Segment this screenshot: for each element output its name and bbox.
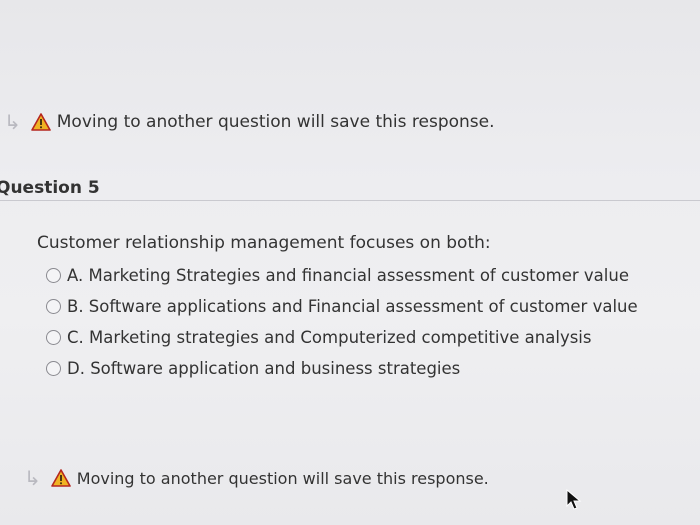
save-notice-top: ↳ Moving to another question will save t… (4, 110, 495, 134)
answer-option-label[interactable]: D. Software application and business str… (67, 359, 460, 378)
answer-options: A. Marketing Strategies and financial as… (46, 260, 638, 384)
answer-option-label[interactable]: B. Software applications and Financial a… (67, 297, 638, 316)
question-divider (0, 200, 700, 201)
answer-option-d[interactable]: D. Software application and business str… (46, 353, 638, 384)
radio-button[interactable] (46, 330, 61, 345)
mouse-pointer-icon (566, 488, 582, 515)
radio-button[interactable] (46, 268, 61, 283)
save-notice-bottom: ↳ Moving to another question will save t… (24, 466, 489, 490)
question-prompt: Customer relationship management focuses… (37, 233, 491, 253)
warning-icon (50, 469, 71, 487)
question-heading: Question 5 (0, 178, 100, 198)
answer-option-label[interactable]: A. Marketing Strategies and financial as… (67, 266, 629, 285)
radio-button[interactable] (46, 361, 61, 376)
answer-option-c[interactable]: C. Marketing strategies and Computerized… (46, 322, 638, 353)
save-notice-text: Moving to another question will save thi… (76, 468, 489, 488)
answer-option-a[interactable]: A. Marketing Strategies and financial as… (46, 260, 638, 291)
answer-option-label[interactable]: C. Marketing strategies and Computerized… (67, 328, 592, 347)
return-arrow-icon: ↳ (24, 466, 41, 490)
warning-icon (30, 113, 51, 131)
save-notice-text: Moving to another question will save thi… (56, 112, 495, 132)
radio-button[interactable] (46, 299, 61, 314)
answer-option-b[interactable]: B. Software applications and Financial a… (46, 291, 638, 322)
return-arrow-icon: ↳ (4, 110, 21, 134)
